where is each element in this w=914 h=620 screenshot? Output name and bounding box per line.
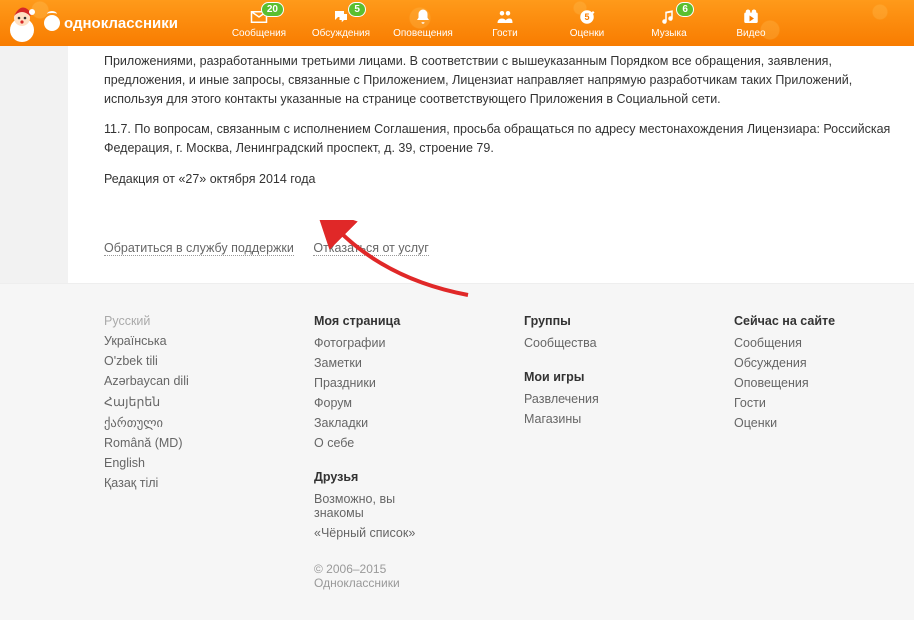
nav-label: Сообщения [232, 28, 286, 39]
brand-text: одноклассники [64, 15, 178, 32]
nav-label: Обсуждения [312, 28, 370, 39]
copyright: © 2006–2015 Одноклассники [314, 562, 444, 590]
footer-heading: Мои игры [524, 370, 654, 384]
lang-link[interactable]: O'zbek tili [104, 354, 158, 368]
lang-link[interactable]: Հայերեն [104, 395, 160, 409]
footer-link[interactable]: Закладки [314, 416, 368, 430]
footer-col-groups: Группы Сообщества Мои игры Развлечения М… [524, 314, 654, 590]
footer-link[interactable]: Сообщения [734, 336, 802, 350]
brand-logo[interactable]: одноклассники [44, 15, 178, 32]
paragraph: Редакция от «27» октября 2014 года [104, 170, 914, 189]
nav-video[interactable]: Видео [710, 0, 792, 46]
lang-current: Русский [104, 314, 234, 328]
footer-link[interactable]: Сообщества [524, 336, 597, 350]
santa-mascot [0, 0, 44, 46]
rating-icon: 5 [577, 8, 597, 26]
footer-link[interactable]: Праздники [314, 376, 376, 390]
footer-languages: Русский Українська O'zbek tili Azərbayca… [104, 314, 234, 590]
footer-heading: Группы [524, 314, 654, 328]
video-icon [741, 8, 761, 26]
ok-logo-icon [44, 15, 60, 31]
nav-notifications[interactable]: Оповещения [382, 0, 464, 46]
badge: 6 [676, 2, 694, 17]
footer-link[interactable]: Оценки [734, 416, 777, 430]
top-nav-bar: одноклассники Сообщения 20 Обсуждения 5 … [0, 0, 914, 46]
paragraph: Приложениями, разработанными третьими ли… [104, 52, 914, 108]
lang-link[interactable]: ქართული [104, 416, 163, 430]
optout-link[interactable]: Отказаться от услуг [313, 241, 428, 256]
footer-heading: Друзья [314, 470, 444, 484]
support-link[interactable]: Обратиться в службу поддержки [104, 241, 294, 256]
main-nav: Сообщения 20 Обсуждения 5 Оповещения Гос… [218, 0, 792, 46]
nav-messages[interactable]: Сообщения 20 [218, 0, 300, 46]
footer-link[interactable]: Форум [314, 396, 352, 410]
nav-discussions[interactable]: Обсуждения 5 [300, 0, 382, 46]
nav-label: Гости [492, 28, 517, 39]
lang-link[interactable]: English [104, 456, 145, 470]
footer-link[interactable]: Магазины [524, 412, 581, 426]
footer-link[interactable]: Гости [734, 396, 766, 410]
left-gutter [0, 46, 68, 283]
nav-label: Оповещения [393, 28, 453, 39]
footer-link[interactable]: «Чёрный список» [314, 526, 415, 540]
footer-heading: Моя страница [314, 314, 444, 328]
paragraph: 11.7. По вопросам, связанным с исполнени… [104, 120, 914, 158]
footer-link[interactable]: Развлечения [524, 392, 599, 406]
footer-col-mypage: Моя страница Фотографии Заметки Праздник… [314, 314, 444, 590]
footer-heading: Сейчас на сайте [734, 314, 864, 328]
guests-icon [495, 8, 515, 26]
footer-link[interactable]: Заметки [314, 356, 362, 370]
bell-icon [413, 8, 433, 26]
nav-label: Оценки [570, 28, 604, 39]
nav-guests[interactable]: Гости [464, 0, 546, 46]
lang-link[interactable]: Українська [104, 334, 167, 348]
lang-link[interactable]: Қазақ тілі [104, 476, 158, 490]
nav-label: Видео [736, 28, 765, 39]
footer-link[interactable]: Фотографии [314, 336, 385, 350]
badge: 20 [261, 2, 284, 17]
svg-text:5: 5 [584, 12, 589, 22]
footer-link[interactable]: Обсуждения [734, 356, 807, 370]
footer-link[interactable]: Оповещения [734, 376, 809, 390]
lang-link[interactable]: Română (MD) [104, 436, 183, 450]
badge: 5 [348, 2, 366, 17]
nav-ratings[interactable]: 5 Оценки [546, 0, 628, 46]
lang-link[interactable]: Azərbaycan dili [104, 374, 189, 388]
site-footer: Русский Українська O'zbek tili Azərbayca… [0, 283, 914, 620]
footer-link[interactable]: О себе [314, 436, 354, 450]
agreement-text: Приложениями, разработанными третьими ли… [68, 46, 914, 283]
nav-music[interactable]: Музыка 6 [628, 0, 710, 46]
nav-label: Музыка [651, 28, 686, 39]
footer-link[interactable]: Возможно, вы знакомы [314, 492, 395, 520]
footer-col-online: Сейчас на сайте Сообщения Обсуждения Опо… [734, 314, 864, 590]
